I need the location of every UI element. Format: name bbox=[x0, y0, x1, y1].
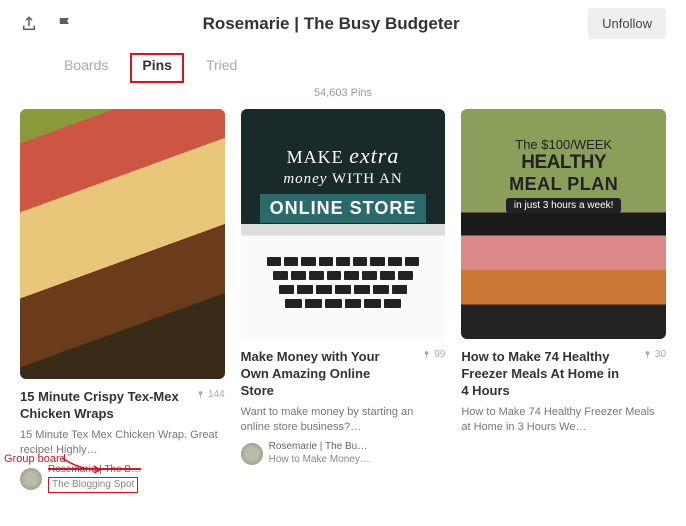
pin-attribution[interactable]: Rosemarie | The B… The Blogging Spot bbox=[20, 464, 225, 493]
board-name: How to Make Money… bbox=[269, 454, 370, 467]
pin-card[interactable]: The $100/WEEK HEALTHY MEAL PLAN in just … bbox=[461, 109, 666, 493]
pin-icon bbox=[422, 350, 431, 359]
annotation-label: Group board bbox=[4, 453, 66, 465]
pin-image[interactable] bbox=[20, 109, 225, 379]
pin-desc: How to Make 74 Healthy Freezer Meals at … bbox=[461, 405, 666, 435]
page-title: Rosemarie | The Busy Budgeter bbox=[74, 14, 588, 34]
pin-icon bbox=[196, 390, 205, 399]
pin-card[interactable]: 15 Minute Crispy Tex-Mex Chicken Wraps 1… bbox=[20, 109, 225, 493]
repin-count: 30 bbox=[643, 349, 666, 360]
avatar bbox=[241, 443, 263, 465]
tab-tried[interactable]: Tried bbox=[202, 55, 241, 77]
share-icon[interactable] bbox=[20, 15, 38, 33]
repin-count: 144 bbox=[196, 389, 225, 400]
repin-count: 99 bbox=[422, 349, 445, 360]
tab-boards[interactable]: Boards bbox=[60, 55, 112, 77]
avatar bbox=[20, 468, 42, 490]
pin-attribution[interactable]: Rosemarie | The Bu… How to Make Money… bbox=[241, 441, 446, 466]
tab-pins[interactable]: Pins bbox=[138, 55, 176, 75]
unfollow-button[interactable]: Unfollow bbox=[588, 8, 666, 39]
board-name: The Blogging Spot bbox=[48, 477, 138, 494]
pin-icon bbox=[643, 350, 652, 359]
pin-title: Make Money with Your Own Amazing Online … bbox=[241, 349, 401, 400]
pin-count: 54,603 Pins bbox=[0, 87, 686, 99]
pin-card[interactable]: MAKE extra money WITH AN ONLINE STORE Ma… bbox=[241, 109, 446, 493]
pin-desc: Want to make money by starting an online… bbox=[241, 405, 446, 435]
tabs: Boards Pins Tried bbox=[0, 43, 686, 83]
pin-title: 15 Minute Crispy Tex-Mex Chicken Wraps bbox=[20, 389, 180, 423]
annotation-arrow-icon bbox=[60, 448, 110, 478]
pin-image[interactable]: The $100/WEEK HEALTHY MEAL PLAN in just … bbox=[461, 109, 666, 339]
flag-icon[interactable] bbox=[56, 15, 74, 33]
pin-title: How to Make 74 Healthy Freezer Meals At … bbox=[461, 349, 621, 400]
pin-image[interactable]: MAKE extra money WITH AN ONLINE STORE bbox=[241, 109, 446, 339]
pinner-name: Rosemarie | The Bu… bbox=[269, 441, 370, 454]
